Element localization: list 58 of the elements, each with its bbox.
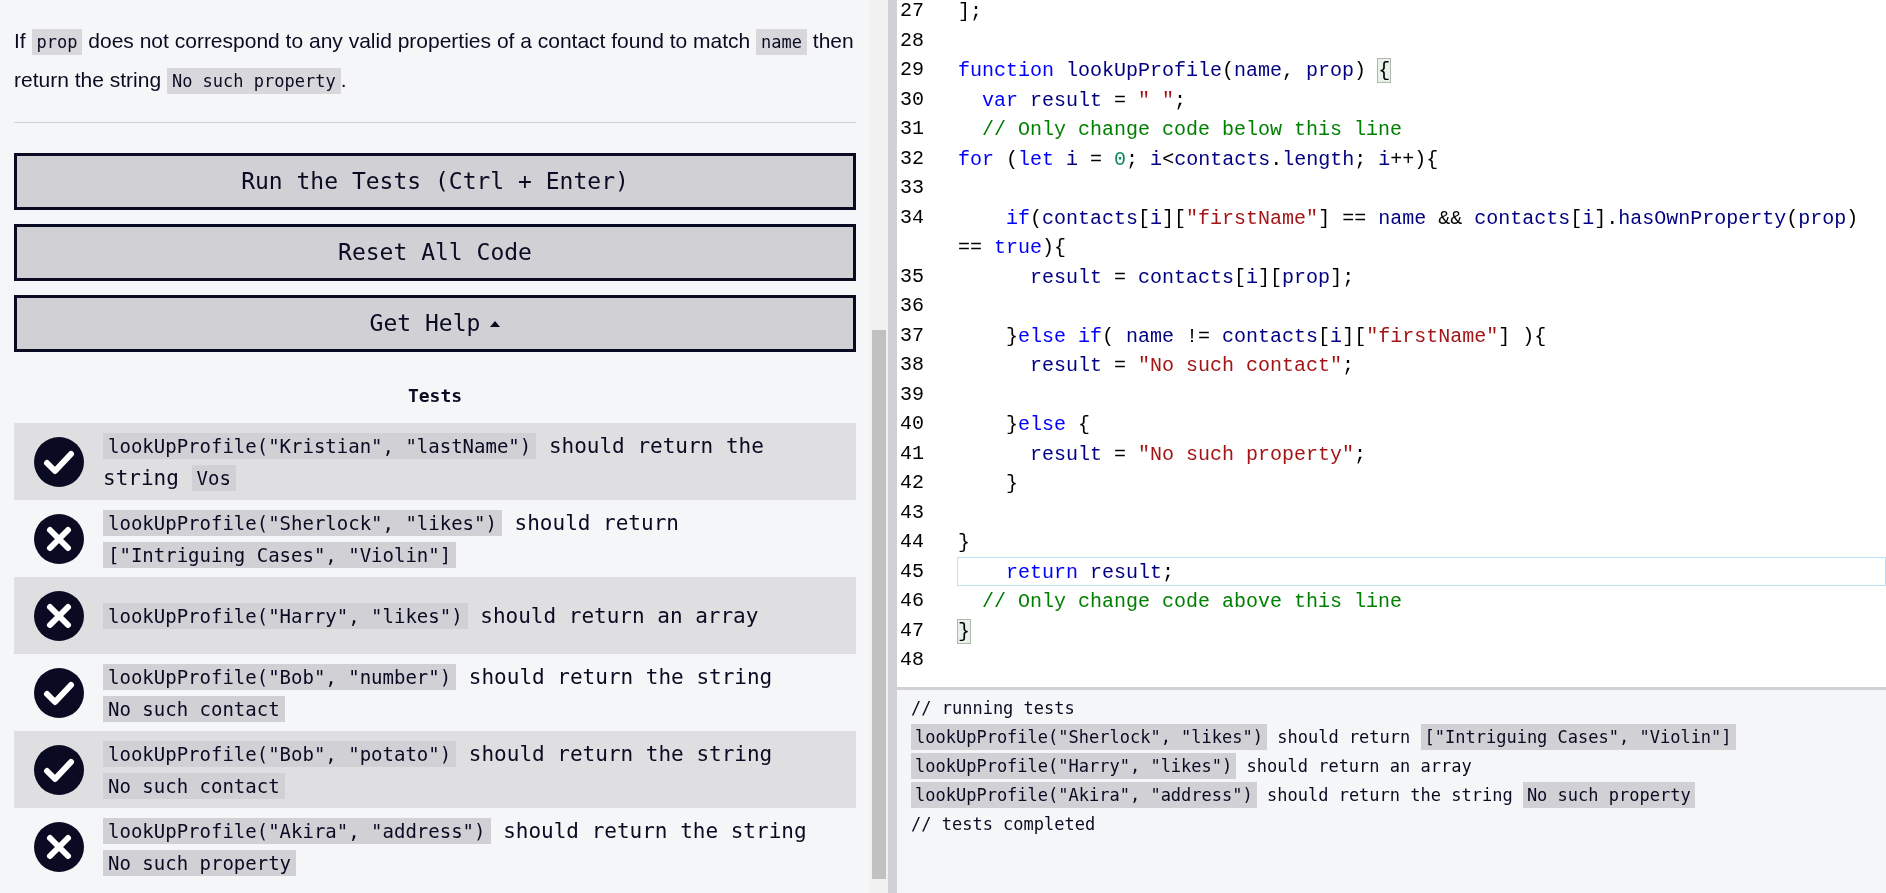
- line-number: 29: [899, 57, 925, 83]
- code-line: result = "No such contact";: [1029, 353, 1355, 379]
- code-line: }: [1005, 471, 1018, 497]
- code-line: if(contacts[i]["firstName"] == name && contacts[i].hasOwnProperty(prop): [1005, 205, 1859, 232]
- line-number: 48: [899, 647, 925, 673]
- code-line: result = contacts[i][prop];: [1029, 264, 1355, 291]
- line-number: 34: [899, 204, 925, 231]
- console-line: // tests completed: [911, 813, 1096, 836]
- line-number: 47: [899, 617, 925, 644]
- line-number: 33: [899, 175, 925, 201]
- code-line: }: [958, 530, 970, 556]
- code-line: for (let i = 0; i<contacts.length; i++){: [958, 146, 1439, 173]
- line-number: 43: [899, 499, 925, 526]
- line-number: 46: [899, 588, 925, 614]
- code-line: }else {: [1005, 412, 1091, 438]
- action-button[interactable]: Reset All Code: [14, 224, 856, 281]
- line-number: 40: [899, 411, 925, 437]
- code-line: var result = " ";: [981, 87, 1187, 114]
- code-line: return result;: [1005, 559, 1175, 586]
- line-number: 44: [899, 529, 925, 555]
- action-button[interactable]: Get Help: [14, 295, 856, 352]
- test-description: lookUpProfile("Bob", "number") should return the string No such contact: [103, 660, 856, 725]
- code-line: // Only change code below this line: [981, 117, 1403, 143]
- line-number: 37: [899, 322, 925, 349]
- line-number: 45: [899, 558, 925, 585]
- console-line: lookUpProfile("Harry", "likes") should return an array: [911, 752, 1472, 781]
- code-line: == true){: [957, 235, 1068, 261]
- code-line: ];: [958, 0, 982, 25]
- test-description: lookUpProfile("Sherlock", "likes") should return ["Intriguing Cases", "Violin"]: [103, 506, 856, 571]
- test-description: lookUpProfile("Akira", "address") should return the string No such property: [103, 814, 856, 879]
- line-number: 30: [899, 86, 925, 113]
- line-number: 38: [899, 352, 925, 378]
- test-description: lookUpProfile("Bob", "potato") should return the string No such contact: [103, 737, 856, 802]
- tests-heading: Tests: [407, 384, 463, 408]
- line-number: 36: [899, 293, 925, 319]
- line-number: 27: [899, 0, 925, 24]
- line-number: 41: [899, 440, 925, 467]
- line-number: 39: [899, 381, 925, 408]
- code-line: }else if( name != contacts[i]["firstName"] ){: [1005, 323, 1547, 350]
- test-description: lookUpProfile("Harry", "likes") should return an array: [103, 599, 799, 632]
- scrollbar[interactable]: [870, 0, 888, 893]
- description-text: If prop does not correspond to any valid properties of a contact found to match name then return the string No such property .: [14, 22, 856, 100]
- caret-icon: [490, 320, 501, 327]
- line-number: 31: [899, 116, 925, 142]
- console-line: // running tests: [911, 697, 1075, 720]
- console-line: lookUpProfile("Sherlock", "likes") should return ["Intriguing Cases", "Violin"]: [911, 723, 1736, 752]
- code-editor[interactable]: [897, 0, 1886, 687]
- test-description: lookUpProfile("Kristian", "lastName") should return the string Vos: [103, 431, 765, 493]
- code-line: function lookUpProfile(name, prop) {: [958, 58, 1391, 84]
- action-button[interactable]: Run the Tests (Ctrl + Enter): [14, 153, 856, 210]
- code-line: // Only change code above this line: [981, 589, 1403, 615]
- scrollbar-thumb[interactable]: [872, 330, 886, 879]
- line-number: 32: [899, 145, 925, 172]
- console-line: lookUpProfile("Akira", "address") should return the string No such property: [911, 781, 1695, 810]
- line-number: 35: [899, 263, 925, 290]
- line-number: 42: [899, 470, 925, 496]
- line-number: 28: [899, 27, 925, 54]
- code-line: result = "No such property";: [1029, 441, 1367, 468]
